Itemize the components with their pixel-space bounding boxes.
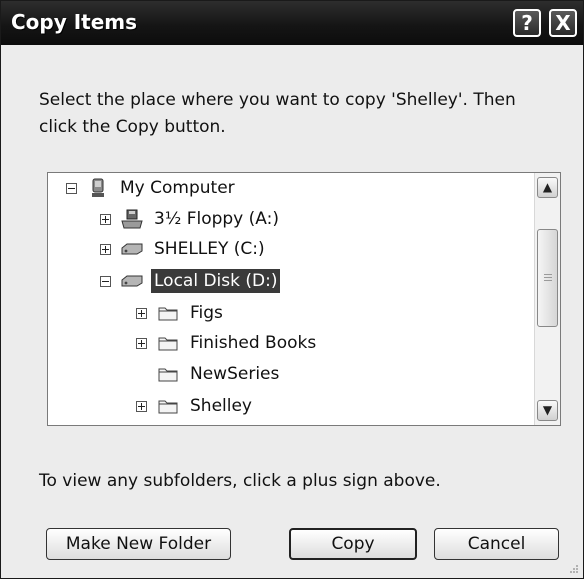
folder-icon [157,333,179,353]
tree-item-shelley[interactable]: Shelley [136,391,255,421]
folder-icon [157,303,179,323]
folder-icon [157,396,179,416]
resize-grip-icon[interactable] [569,564,579,574]
grip-line [544,277,552,278]
expand-icon[interactable] [100,243,111,255]
copy-items-dialog: Copy Items ? X Select the place where yo… [0,0,584,579]
close-button[interactable]: X [549,9,577,37]
tree-item-label: Local Disk (D:) [151,269,281,293]
scroll-thumb[interactable] [537,229,558,327]
help-button[interactable]: ? [513,9,541,37]
tree-item-label: NewSeries [190,364,280,384]
make-new-folder-button[interactable]: Make New Folder [46,528,231,560]
tree-item-newseries[interactable]: NewSeries [136,359,282,389]
expander-placeholder [136,369,147,380]
tree-item-my-computer[interactable]: My Computer [66,173,238,203]
instruction-text: Select the place where you want to copy … [39,90,516,137]
cancel-button[interactable]: Cancel [434,528,559,560]
expand-icon[interactable] [136,307,147,319]
floppy-drive-icon [121,209,143,229]
hard-drive-icon [121,239,143,259]
grip-line [544,274,552,275]
hard-drive-icon [121,271,143,291]
collapse-icon[interactable] [66,182,77,194]
scroll-up-button[interactable]: ▲ [537,177,558,198]
title-bar[interactable]: Copy Items ? X [1,1,583,45]
tree-item-label: My Computer [120,178,235,198]
folder-icon [157,364,179,384]
tree-item-label: Finished Books [190,333,317,353]
expand-icon[interactable] [136,400,147,412]
grip-line [544,280,552,281]
tree-item-label: 3½ Floppy (A:) [154,209,279,229]
copy-button[interactable]: Copy [289,528,417,560]
computer-icon [87,178,109,198]
expand-icon[interactable] [136,337,147,349]
tree-item-floppy[interactable]: 3½ Floppy (A:) [100,204,282,234]
hint-text: To view any subfolders, click a plus sig… [39,471,441,491]
tree-item-figs[interactable]: Figs [136,298,226,328]
tree-item-label: SHELLEY (C:) [154,239,265,259]
tree-item-label: Shelley [190,396,252,416]
collapse-icon[interactable] [100,275,111,287]
vertical-scrollbar[interactable]: ▲ ▼ [534,173,560,425]
window-title: Copy Items [11,10,138,34]
tree-item-local-disk-d[interactable]: Local Disk (D:) [100,266,281,296]
scroll-down-button[interactable]: ▼ [537,400,558,421]
tree-item-label: Figs [190,303,223,323]
tree-item-shelley-c[interactable]: SHELLEY (C:) [100,234,268,264]
folder-tree[interactable]: My Computer 3½ Floppy (A:) SHELLEY (C:) … [47,172,561,426]
expand-icon[interactable] [100,213,111,225]
tree-item-finished-books[interactable]: Finished Books [136,328,319,358]
